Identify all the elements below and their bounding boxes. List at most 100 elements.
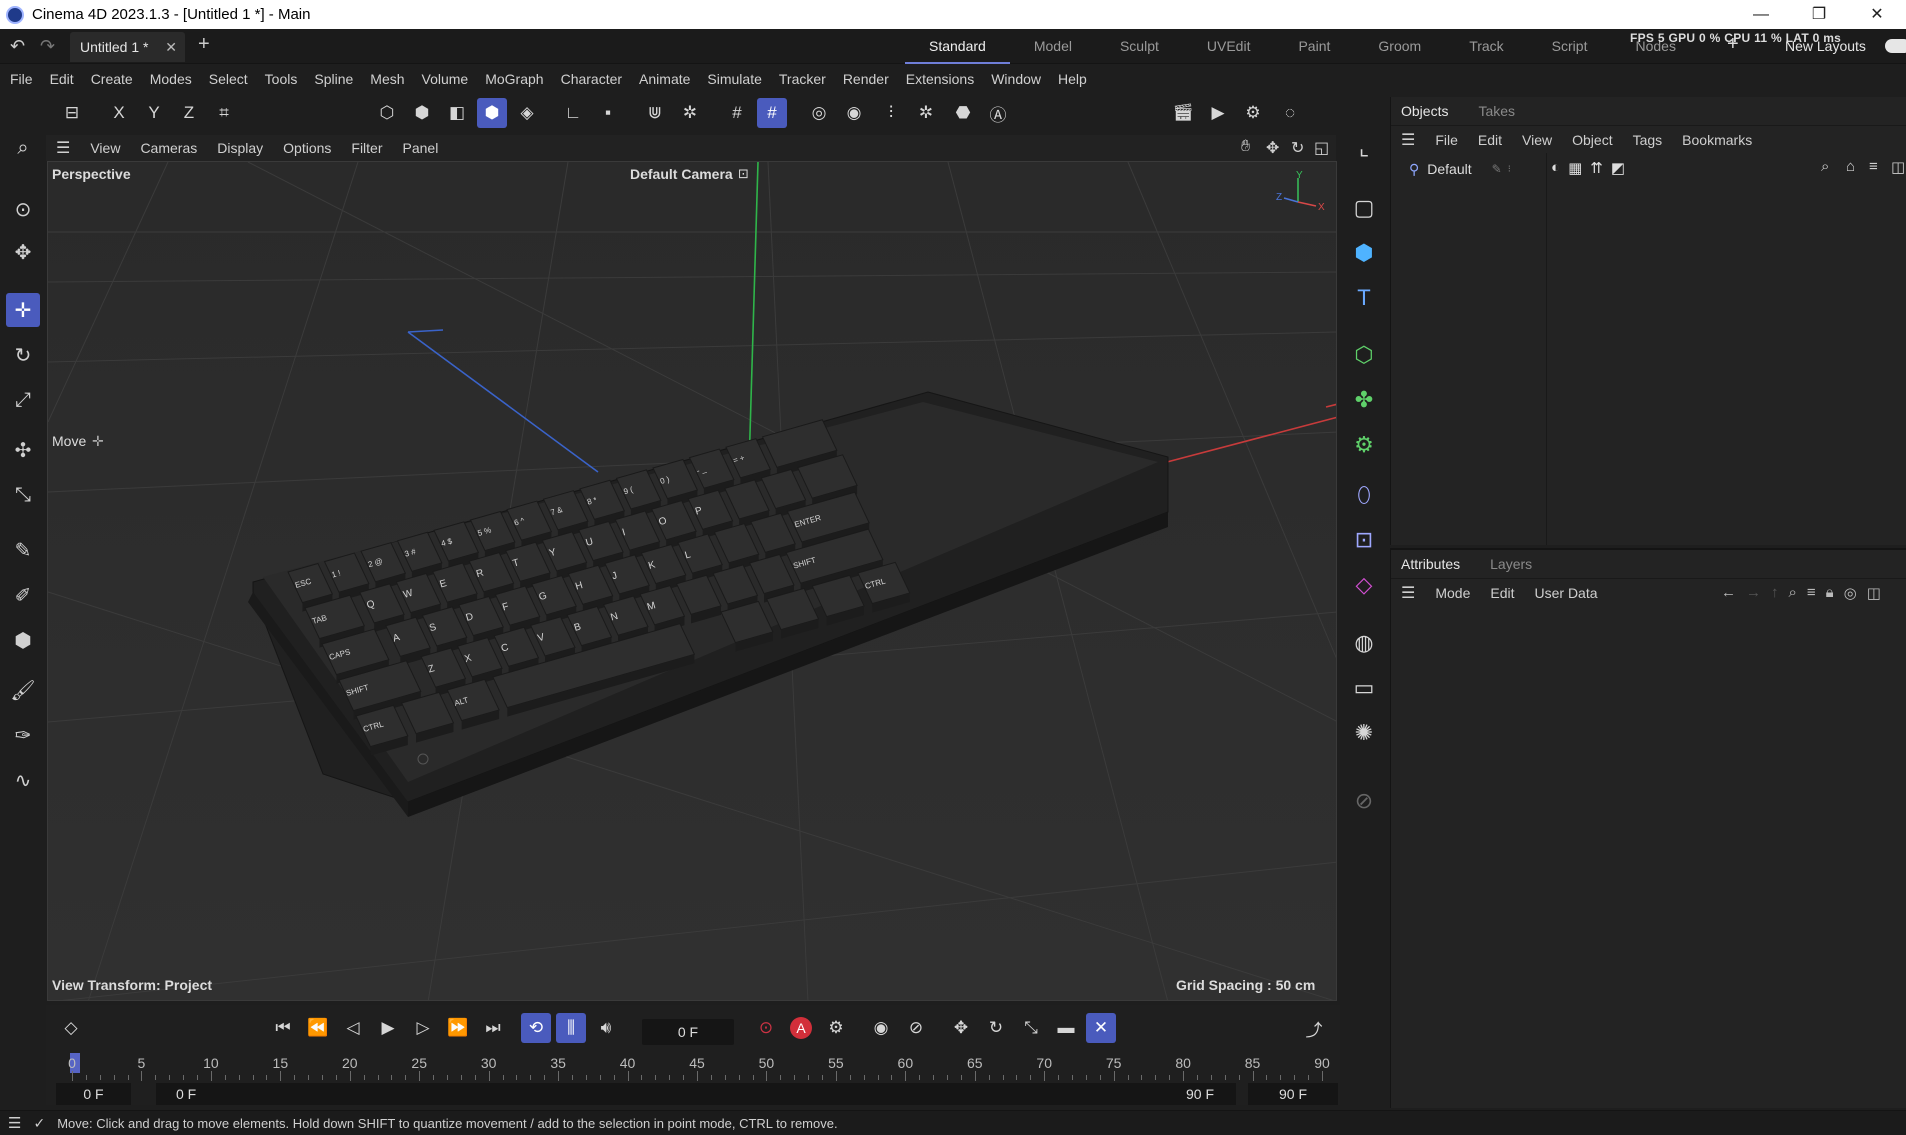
menu-mograph[interactable]: MoGraph — [485, 71, 543, 87]
model-mode-icon[interactable]: ⬢ — [477, 98, 507, 128]
edges-mode-icon[interactable]: ⬢ — [407, 98, 437, 128]
playback-rate-icon[interactable]: ⫼ — [556, 1013, 586, 1043]
viewport-menu-display[interactable]: Display — [217, 140, 263, 156]
menu-create[interactable]: Create — [91, 71, 133, 87]
viewport-camera-label[interactable]: Default Camera — [630, 166, 733, 182]
menu-tools[interactable]: Tools — [265, 71, 298, 87]
next-key-icon[interactable]: ⏩ — [443, 1013, 473, 1043]
objects-hamburger-icon[interactable]: ☰ — [1401, 130, 1415, 150]
points-mode-icon[interactable]: ⬡ — [372, 98, 402, 128]
coordinate-system-icon[interactable]: ⊟ — [57, 98, 87, 128]
selection-tool-icon[interactable]: ⊙ — [6, 192, 40, 226]
environment-icon[interactable]: ◍ — [1346, 625, 1382, 661]
material-tag-icon[interactable]: ◐ — [1551, 159, 1560, 177]
tab-takes[interactable]: Takes — [1478, 103, 1515, 119]
dolly-view-icon[interactable]: ✥ — [1266, 138, 1279, 158]
autokey-button[interactable]: A — [786, 1013, 816, 1043]
axis-z-lock[interactable]: Z — [174, 98, 204, 128]
document-tab[interactable]: Untitled 1 * ✕ — [70, 32, 185, 62]
object-row-default[interactable]: ⚲ Default ✎ ⁝ — [1409, 159, 1511, 179]
spline-pen-icon[interactable]: ✎ — [6, 533, 40, 567]
rotate-tool-icon[interactable]: ↻ — [6, 338, 40, 372]
objects-menu-edit[interactable]: Edit — [1478, 132, 1502, 148]
lock-icon[interactable]: 🔒︎ — [1826, 584, 1834, 602]
previous-key-icon[interactable]: ⏪ — [303, 1013, 333, 1043]
attributes-menu-mode[interactable]: Mode — [1435, 585, 1470, 601]
menu-character[interactable]: Character — [561, 71, 622, 87]
objects-menu-view[interactable]: View — [1522, 132, 1552, 148]
current-frame-field[interactable]: 0 F — [642, 1019, 734, 1045]
menu-edit[interactable]: Edit — [50, 71, 74, 87]
volume-builder-icon[interactable]: ◇ — [1346, 567, 1382, 603]
soft-selection-icon[interactable]: ◎ — [804, 98, 834, 128]
layout-tab-standard[interactable]: Standard — [905, 29, 1010, 64]
render-settings-icon[interactable]: ⚙ — [1238, 98, 1268, 128]
plane-object-icon[interactable]: ▢ — [1346, 190, 1382, 226]
timeline-graph-icon[interactable]: ⤴ — [1299, 1013, 1329, 1043]
falloff-icon[interactable]: ◉ — [839, 98, 869, 128]
light-object-icon[interactable]: ✺ — [1346, 715, 1382, 751]
text-object-icon[interactable]: T — [1346, 280, 1382, 316]
menu-volume[interactable]: Volume — [422, 71, 469, 87]
viewport-menu-view[interactable]: View — [90, 140, 120, 156]
close-tab-icon[interactable]: ✕ — [165, 39, 177, 56]
viewport-menu-filter[interactable]: Filter — [351, 140, 382, 156]
next-frame-icon[interactable]: ▷ — [408, 1013, 438, 1043]
effector-gear-icon[interactable]: ⚙ — [1346, 427, 1382, 463]
visibility-dots-icon[interactable]: ⁝ — [1508, 164, 1511, 175]
render-to-picture-viewer-icon[interactable]: ▶ — [1203, 98, 1233, 128]
sound-icon[interactable]: 🔊︎ — [591, 1013, 621, 1043]
redo-icon[interactable]: ↷ — [40, 36, 55, 57]
tweak-tool-icon[interactable]: ✥ — [6, 235, 40, 269]
layout-tab-track[interactable]: Track — [1445, 29, 1527, 64]
cloner-icon[interactable]: ⬡ — [1346, 337, 1382, 373]
magnet-tool-icon[interactable]: ∿ — [6, 763, 40, 797]
layout-tab-uvedit[interactable]: UVEdit — [1183, 29, 1275, 64]
brush-icon[interactable]: 🖌︎ — [6, 673, 40, 707]
restore-button[interactable]: ❐ — [1790, 0, 1848, 29]
texture-tag-icon[interactable]: ▦ — [1568, 159, 1582, 177]
menu-window[interactable]: Window — [991, 71, 1041, 87]
key-parameter-icon[interactable]: ▬ — [1051, 1013, 1081, 1043]
go-to-start-icon[interactable]: ⏮ — [268, 1013, 298, 1043]
go-to-end-icon[interactable]: ⏭ — [478, 1013, 508, 1043]
auto-mode-icon[interactable]: Ⓐ — [983, 98, 1013, 128]
layout-toggle[interactable] — [1885, 39, 1906, 53]
add-layout-icon[interactable]: + — [1727, 33, 1739, 56]
orbit-view-icon[interactable]: ↻ — [1291, 138, 1304, 158]
menu-simulate[interactable]: Simulate — [707, 71, 761, 87]
new-layouts-label[interactable]: New Layouts — [1785, 38, 1866, 54]
world-coordinates-icon[interactable]: ⌗ — [209, 98, 239, 128]
undo-icon[interactable]: ↶ — [10, 36, 25, 57]
axis-x-lock[interactable]: X — [104, 98, 134, 128]
key-move-icon[interactable]: ✥ — [946, 1013, 976, 1043]
viewport-menu-cameras[interactable]: Cameras — [140, 140, 197, 156]
play-icon[interactable]: ▶ — [373, 1013, 403, 1043]
pan-view-icon[interactable]: ✋︎ — [1241, 138, 1250, 156]
tab-objects[interactable]: Objects — [1401, 103, 1448, 119]
symmetry-settings-icon[interactable]: ✲ — [911, 98, 941, 128]
layout-tab-sculpt[interactable]: Sculpt — [1096, 29, 1183, 64]
scale-transform-icon[interactable]: ⤡ — [6, 478, 40, 512]
display-tag-icon[interactable]: ◩ — [1611, 159, 1625, 177]
tab-layers[interactable]: Layers — [1490, 556, 1532, 572]
objects-new-window-icon[interactable]: ◫ — [1891, 158, 1905, 176]
knife-tool-icon[interactable]: ✑ — [6, 718, 40, 752]
symmetry-icon[interactable]: ⫶ — [876, 98, 906, 128]
attributes-search-icon[interactable]: ⌕ — [1789, 584, 1797, 602]
layout-tab-groom[interactable]: Groom — [1354, 29, 1445, 64]
menu-mesh[interactable]: Mesh — [370, 71, 404, 87]
tag-icon[interactable]: ⊘ — [1346, 783, 1382, 819]
menu-animate[interactable]: Animate — [639, 71, 690, 87]
objects-menu-bookmarks[interactable]: Bookmarks — [1682, 132, 1752, 148]
loop-icon[interactable]: ⟲ — [521, 1013, 551, 1043]
menu-file[interactable]: File — [10, 71, 33, 87]
field-icon[interactable]: ⊡ — [1346, 522, 1382, 558]
polygon-pen-icon[interactable]: ⬢ — [6, 623, 40, 657]
deformer-icon[interactable]: ⬯ — [1346, 477, 1382, 513]
render-view-icon[interactable]: 🎬︎ — [1168, 98, 1198, 128]
axis-mode-icon[interactable]: ∟ — [558, 98, 588, 128]
workplane-snap-icon[interactable]: # — [757, 98, 787, 128]
texture-mode-icon[interactable]: ◈ — [512, 98, 542, 128]
minimize-button[interactable]: — — [1732, 0, 1790, 29]
